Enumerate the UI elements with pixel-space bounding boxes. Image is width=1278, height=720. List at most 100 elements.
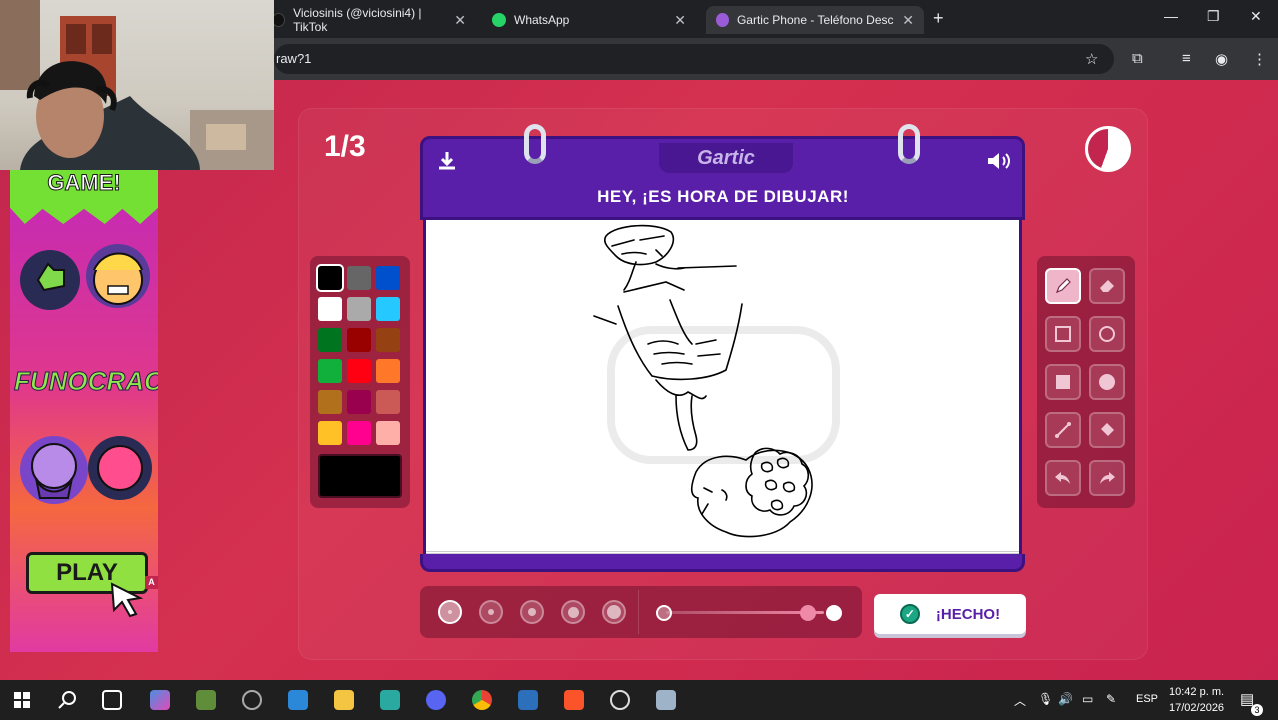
close-tab-icon[interactable]: ✕ [454,12,466,29]
color-swatch[interactable] [318,328,342,352]
tab-gartic-phone[interactable]: Gartic Phone - Teléfono Descon ✕ [706,6,924,34]
color-swatch[interactable] [347,297,371,321]
ad-brand: FUNOCRACY [14,366,159,397]
color-swatch[interactable] [318,390,342,414]
brush-size-1[interactable] [438,600,462,624]
ad-choices-badge[interactable]: A [145,576,158,589]
volume-icon[interactable] [985,149,1011,173]
app-icon[interactable] [656,690,676,710]
color-swatch[interactable] [347,359,371,383]
react-app-icon[interactable] [242,690,262,710]
opacity-max-icon [826,605,842,621]
fill-bucket-icon [1101,423,1114,436]
color-swatch[interactable] [318,297,342,321]
app-m-icon[interactable] [380,690,400,710]
fill-bucket-tool[interactable] [1089,412,1125,448]
minecraft-icon[interactable] [196,690,216,710]
tray-chevron-icon[interactable]: ︿ [1014,692,1026,709]
brush-size-5[interactable] [602,600,626,624]
line-tool[interactable] [1045,412,1081,448]
color-swatch[interactable] [318,421,342,445]
store-icon[interactable] [288,690,308,710]
windows-start-icon[interactable] [14,692,30,708]
language-indicator[interactable]: ESP [1136,693,1158,705]
search-icon[interactable] [57,690,77,710]
circle-filled-icon [1099,374,1115,390]
color-swatch[interactable] [376,421,400,445]
opacity-slider-handle[interactable] [800,605,816,621]
webcam-image [0,0,274,170]
color-swatch[interactable] [376,328,400,352]
color-swatch[interactable] [347,390,371,414]
tab-tiktok[interactable]: Viciosinis (@viciosini4) | TikTok ✕ [262,6,476,34]
color-swatch[interactable] [347,266,371,290]
new-tab-icon[interactable]: + [933,8,944,29]
square-filled-tool[interactable] [1045,364,1081,400]
profile-icon[interactable]: ◉ [1215,50,1228,68]
media-controls-icon[interactable]: ≡ [1182,50,1191,67]
chrome-icon[interactable] [472,690,492,710]
microphone-icon[interactable]: 🎙 [1038,692,1053,706]
bookmark-star-icon[interactable]: ☆ [1085,50,1098,68]
undo-icon [1055,472,1070,484]
circle-filled-tool[interactable] [1089,364,1125,400]
brush-size-3[interactable] [520,600,544,624]
menu-icon[interactable]: ⋮ [1252,50,1267,68]
file-explorer-icon[interactable] [334,690,354,710]
speaker-icon[interactable]: 🔊 [1058,692,1073,706]
clock-date[interactable]: 17/02/2026 [1169,702,1224,714]
ad-banner[interactable]: GAME! FUNOCRACY PLAY [10,170,158,652]
task-view-icon[interactable] [102,690,122,710]
ad-characters-bottom [20,436,152,504]
pencil-icon [1055,278,1071,294]
download-icon[interactable] [435,149,459,173]
color-swatch[interactable] [376,266,400,290]
windows-taskbar: ︿ 🎙 🔊 ▭ ✎ ESP 10:42 p. m. 17/02/2026 ▤ 3 [0,680,1278,720]
line-icon [1055,422,1071,438]
circle-outline-icon [1099,326,1115,342]
brush-size-4[interactable] [561,600,585,624]
circle-outline-tool[interactable] [1089,316,1125,352]
close-window-icon[interactable]: ✕ [1250,8,1262,25]
tool-panel [1037,256,1135,508]
url-text: raw?1 [276,51,312,66]
notification-count: 3 [1251,704,1263,716]
network-icon[interactable]: ▭ [1082,692,1093,706]
timer-icon [1085,126,1131,172]
color-swatch[interactable] [347,421,371,445]
color-palette [310,256,410,508]
brave-icon[interactable] [564,690,584,710]
instruction-text: HEY, ¡ES HORA DE DIBUJAR! [597,187,849,206]
clock-time[interactable]: 10:42 p. m. [1169,686,1224,698]
done-button[interactable]: ✓ ¡HECHO! [874,594,1026,634]
url-field[interactable]: raw?1 [274,44,1114,74]
discord-icon[interactable] [426,690,446,710]
close-tab-icon[interactable]: ✕ [902,12,914,29]
square-outline-tool[interactable] [1045,316,1081,352]
color-swatch[interactable] [316,264,344,292]
close-tab-icon[interactable]: ✕ [674,12,686,29]
copilot-icon[interactable] [150,690,170,710]
drawing-canvas[interactable] [423,220,1022,556]
redo-icon [1100,472,1115,484]
color-swatch[interactable] [347,328,371,352]
undo-tool[interactable] [1045,460,1081,496]
extensions-icon[interactable]: ⧉ [1132,50,1143,67]
brush-size-2[interactable] [479,600,503,624]
tab-whatsapp[interactable]: WhatsApp ✕ [482,6,696,34]
color-swatch[interactable] [376,390,400,414]
minimize-icon[interactable]: — [1164,8,1178,24]
color-swatch[interactable] [318,359,342,383]
restore-icon[interactable]: ❐ [1207,8,1220,25]
pencil-tool[interactable] [1045,268,1081,304]
redo-tool[interactable] [1089,460,1125,496]
brush-controls [420,586,862,638]
pen-icon[interactable]: ✎ [1106,692,1116,706]
color-swatch[interactable] [376,297,400,321]
terminal-icon[interactable] [518,690,538,710]
eraser-tool[interactable] [1089,268,1125,304]
obs-icon[interactable] [610,690,630,710]
drawing-strokes [593,224,840,538]
color-swatch[interactable] [376,359,400,383]
notebook-ring [898,124,920,164]
